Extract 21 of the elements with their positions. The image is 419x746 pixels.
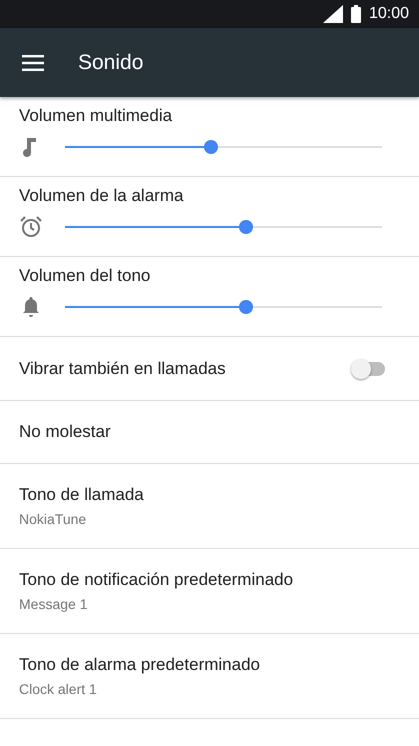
slider-thumb[interactable] xyxy=(238,220,253,234)
volume-label: Volumen del tono xyxy=(19,265,152,287)
volume-label: Volumen multimedia xyxy=(19,105,174,127)
signal-icon xyxy=(322,5,343,23)
slider-thumb[interactable] xyxy=(204,140,218,154)
volume-label: Volumen de la alarma xyxy=(19,185,184,207)
setting-title[interactable]: Tono de llamada xyxy=(19,482,400,508)
setting-summary: Clock alert 1 xyxy=(19,680,98,700)
battery-icon xyxy=(350,5,361,23)
setting-title[interactable]: Vibrar también en llamadas xyxy=(19,356,351,382)
setting-title[interactable]: No molestar xyxy=(19,419,400,445)
setting-title[interactable]: Tono de notificación predeterminado xyxy=(19,566,400,592)
alarm-clock-icon xyxy=(19,214,43,238)
setting-summary: NokiaTune xyxy=(19,510,88,530)
screen-title: Sonido xyxy=(78,50,144,76)
status-time: 10:00 xyxy=(368,4,409,24)
menu-icon xyxy=(22,54,44,70)
setting-summary: Message 1 xyxy=(19,595,88,614)
slider-thumb[interactable] xyxy=(238,300,253,314)
setting-title[interactable]: Tono de alarma predeterminado xyxy=(19,652,400,678)
toggle-switch[interactable] xyxy=(351,358,387,378)
